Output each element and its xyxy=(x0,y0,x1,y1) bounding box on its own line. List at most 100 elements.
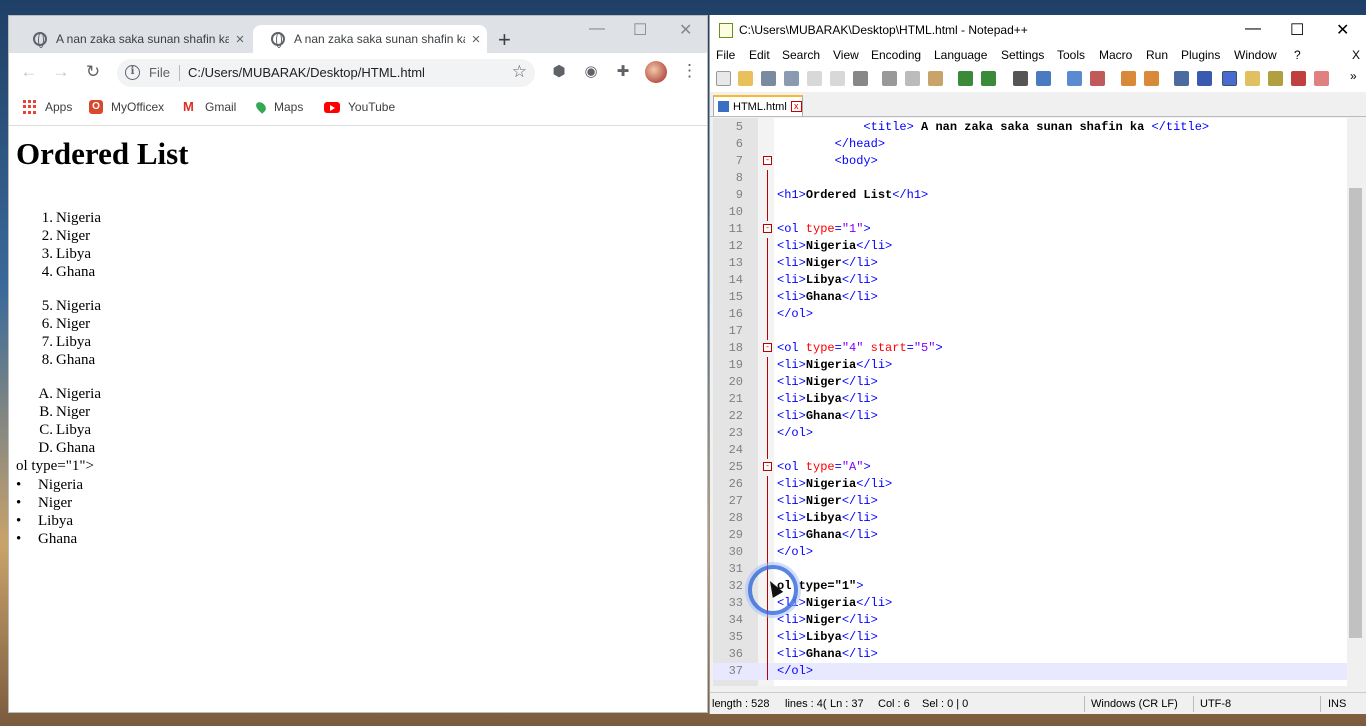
undo-icon[interactable] xyxy=(958,71,973,86)
save-icon[interactable] xyxy=(761,71,776,86)
open-file-icon[interactable] xyxy=(738,71,753,86)
code-line[interactable]: 10 xyxy=(713,204,1347,221)
close-file-icon[interactable] xyxy=(807,71,822,86)
code-line[interactable]: 27 <li>Niger</li> xyxy=(713,493,1347,510)
menu-search[interactable]: Search xyxy=(782,48,820,62)
menu-close-doc[interactable]: X xyxy=(1352,48,1360,62)
code-line[interactable]: 29 <li>Ghana</li> xyxy=(713,527,1347,544)
fold-toggle-icon[interactable]: - xyxy=(763,343,772,352)
menu-window[interactable]: Window xyxy=(1234,48,1277,62)
macro-stop-icon[interactable] xyxy=(1314,71,1329,86)
minimize-button[interactable]: — xyxy=(589,20,605,38)
profile-avatar[interactable] xyxy=(645,61,667,83)
reload-button[interactable]: ↻ xyxy=(83,62,103,82)
fold-toggle-icon[interactable]: - xyxy=(763,156,772,165)
code-line[interactable]: 28 <li>Libya</li> xyxy=(713,510,1347,527)
maximize-button[interactable]: ☐ xyxy=(633,20,647,40)
redo-icon[interactable] xyxy=(981,71,996,86)
sync-vertical-icon[interactable] xyxy=(1121,71,1136,86)
forward-button[interactable]: → xyxy=(51,62,71,82)
word-wrap-icon[interactable] xyxy=(1174,71,1189,86)
code-line[interactable]: 25 - <ol type="A"> xyxy=(713,459,1347,476)
code-line[interactable]: 34 <li>Niger</li> xyxy=(713,612,1347,629)
code-line[interactable]: 21 <li>Libya</li> xyxy=(713,391,1347,408)
paste-icon[interactable] xyxy=(928,71,943,86)
more-menu-icon[interactable]: ⋮ xyxy=(681,61,698,81)
code-line[interactable]: 18 - <ol type="4" start="5"> xyxy=(713,340,1347,357)
minimize-button[interactable]: — xyxy=(1245,20,1261,38)
close-window-button[interactable]: ✕ xyxy=(679,20,692,40)
code-line[interactable]: 19 <li>Nigeria</li> xyxy=(713,357,1347,374)
bookmark-star-icon[interactable]: ☆ xyxy=(512,62,527,82)
bookmark-youtube[interactable]: YouTube xyxy=(324,100,395,114)
menu-edit[interactable]: Edit xyxy=(749,48,770,62)
bookmark-maps[interactable]: Maps xyxy=(254,100,303,114)
code-line[interactable]: 16 </ol> xyxy=(713,306,1347,323)
menu-language[interactable]: Language xyxy=(934,48,987,62)
zoom-in-icon[interactable] xyxy=(1067,71,1082,86)
maximize-button[interactable]: ☐ xyxy=(1290,20,1304,40)
code-line[interactable]: 35 <li>Libya</li> xyxy=(713,629,1347,646)
close-all-icon[interactable] xyxy=(830,71,845,86)
code-line[interactable]: 17 xyxy=(713,323,1347,340)
tab-close-icon[interactable]: × xyxy=(465,31,487,48)
extension-cube-icon[interactable]: ⬢ xyxy=(550,63,568,81)
extension-eye-icon[interactable]: ◉ xyxy=(582,63,600,81)
info-icon[interactable]: i xyxy=(125,65,140,80)
new-file-icon[interactable] xyxy=(716,71,731,86)
code-line[interactable]: 33 <li>Nigeria</li> xyxy=(713,595,1347,612)
code-line[interactable]: 20 <li>Niger</li> xyxy=(713,374,1347,391)
code-line[interactable]: 8 xyxy=(713,170,1347,187)
menu-macro[interactable]: Macro xyxy=(1099,48,1132,62)
url-text[interactable]: C:/Users/MUBARAK/Desktop/HTML.html xyxy=(188,65,425,80)
code-editor[interactable]: 5 <title> A nan zaka saka sunan shafin k… xyxy=(713,118,1347,686)
toolbar-overflow-icon[interactable]: » xyxy=(1350,69,1357,83)
code-line[interactable]: 26 <li>Nigeria</li> xyxy=(713,476,1347,493)
copy-icon[interactable] xyxy=(905,71,920,86)
code-line[interactable]: 13 <li>Niger</li> xyxy=(713,255,1347,272)
menu-file[interactable]: File xyxy=(716,48,735,62)
cut-icon[interactable] xyxy=(882,71,897,86)
extensions-puzzle-icon[interactable]: ✚ xyxy=(614,63,632,81)
code-line[interactable]: 9 <h1>Ordered List</h1> xyxy=(713,187,1347,204)
address-bar[interactable]: i File C:/Users/MUBARAK/Desktop/HTML.htm… xyxy=(117,59,535,87)
macro-record-icon[interactable] xyxy=(1291,71,1306,86)
fold-toggle-icon[interactable]: - xyxy=(763,224,772,233)
bookmark-apps[interactable]: Apps xyxy=(23,100,72,114)
menu-view[interactable]: View xyxy=(833,48,859,62)
code-line[interactable]: 12 <li>Nigeria</li> xyxy=(713,238,1347,255)
menu-tools[interactable]: Tools xyxy=(1057,48,1085,62)
code-line[interactable]: 6 </head> xyxy=(713,136,1347,153)
replace-icon[interactable] xyxy=(1036,71,1051,86)
document-tab[interactable]: HTML.html x xyxy=(713,95,803,116)
new-tab-button[interactable]: + xyxy=(498,27,511,53)
scrollbar-thumb[interactable] xyxy=(1349,188,1362,638)
code-line[interactable]: 5 <title> A nan zaka saka sunan shafin k… xyxy=(713,119,1347,136)
code-line[interactable]: 36 <li>Ghana</li> xyxy=(713,646,1347,663)
browser-tab-1[interactable]: A nan zaka saka sunan shafin ka × xyxy=(15,25,251,53)
code-line[interactable]: 37 </ol> xyxy=(713,663,1347,680)
bookmark-gmail[interactable]: M Gmail xyxy=(183,100,236,115)
print-icon[interactable] xyxy=(853,71,868,86)
code-line[interactable]: 32 ol type="1"> xyxy=(713,578,1347,595)
code-line[interactable]: 14 <li>Libya</li> xyxy=(713,272,1347,289)
save-all-icon[interactable] xyxy=(784,71,799,86)
code-line[interactable]: 23 </ol> xyxy=(713,425,1347,442)
back-button[interactable]: ← xyxy=(19,62,39,82)
menu-settings[interactable]: Settings xyxy=(1001,48,1044,62)
code-line[interactable]: 31 xyxy=(713,561,1347,578)
vertical-scrollbar[interactable] xyxy=(1347,118,1364,686)
menu-run[interactable]: Run xyxy=(1146,48,1168,62)
close-tab-icon[interactable]: x xyxy=(790,101,802,112)
bookmark-myofficex[interactable]: O MyOfficex xyxy=(89,100,164,114)
find-icon[interactable] xyxy=(1013,71,1028,86)
code-line[interactable]: 22 <li>Ghana</li> xyxy=(713,408,1347,425)
code-line[interactable]: 11 - <ol type="1"> xyxy=(713,221,1347,238)
sync-horizontal-icon[interactable] xyxy=(1144,71,1159,86)
tab-close-icon[interactable]: × xyxy=(229,31,251,48)
menu-help[interactable]: ? xyxy=(1294,48,1301,62)
show-all-chars-icon[interactable] xyxy=(1197,71,1212,86)
code-line[interactable]: 7 - <body> xyxy=(713,153,1347,170)
menu-encoding[interactable]: Encoding xyxy=(871,48,921,62)
close-window-button[interactable]: ✕ xyxy=(1336,20,1349,40)
